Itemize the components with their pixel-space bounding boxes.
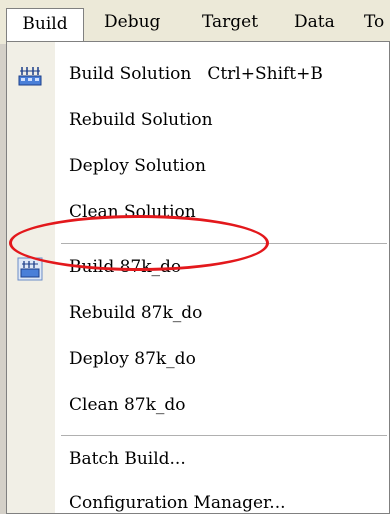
menu-build-label: Build: [22, 14, 68, 34]
menu-item-rebuild-solution[interactable]: Rebuild Solution: [7, 100, 390, 146]
menu-debug-label: Debug: [104, 12, 161, 32]
shortcut-text: Ctrl+Shift+B: [207, 64, 323, 84]
menu-item-label: Deploy Solution: [69, 156, 206, 176]
menu-item-rebuild-project[interactable]: Rebuild 87k_do: [7, 293, 390, 339]
menu-item-label: Build 87k_do: [69, 257, 182, 277]
menu-debug[interactable]: Debug: [104, 10, 160, 34]
build-project-icon: [17, 257, 43, 281]
menu-tools-label: To: [364, 12, 385, 32]
menu-tools[interactable]: To: [364, 10, 384, 34]
menu-item-batch-build[interactable]: Batch Build...: [7, 439, 390, 485]
menu-bar: Build Debug Target Data To: [0, 0, 390, 45]
menu-item-label: Configuration Manager...: [69, 493, 286, 513]
menu-target-label: Target: [202, 12, 259, 32]
menu-data[interactable]: Data: [294, 10, 335, 34]
menu-build[interactable]: Build: [6, 8, 84, 42]
menu-item-label: Deploy 87k_do: [69, 349, 196, 369]
menu-item-label: Build Solution Ctrl+Shift+B: [69, 64, 323, 84]
menu-item-label: Rebuild Solution: [69, 110, 213, 130]
menu-item-clean-solution[interactable]: Clean Solution: [7, 192, 390, 238]
menu-item-label: Clean Solution: [69, 202, 196, 222]
menu-item-build-project[interactable]: Build 87k_do: [7, 247, 390, 293]
menu-item-deploy-solution[interactable]: Deploy Solution: [7, 146, 390, 192]
menu-item-label: Rebuild 87k_do: [69, 303, 203, 323]
menu-separator: [61, 435, 387, 436]
menu-item-deploy-project[interactable]: Deploy 87k_do: [7, 339, 390, 385]
menu-item-label: Clean 87k_do: [69, 395, 186, 415]
menu-target[interactable]: Target: [202, 10, 258, 34]
menu-separator: [61, 243, 387, 244]
menu-item-label: Batch Build...: [69, 449, 186, 469]
build-dropdown-menu: Build Solution Ctrl+Shift+B Rebuild Solut…: [6, 41, 390, 514]
menu-data-label: Data: [294, 12, 335, 32]
menu-item-build-solution[interactable]: Build Solution Ctrl+Shift+B: [7, 54, 390, 100]
menu-item-configuration-manager[interactable]: Configuration Manager...: [7, 483, 390, 529]
menu-item-clean-project[interactable]: Clean 87k_do: [7, 385, 390, 431]
build-solution-icon: [17, 64, 43, 88]
